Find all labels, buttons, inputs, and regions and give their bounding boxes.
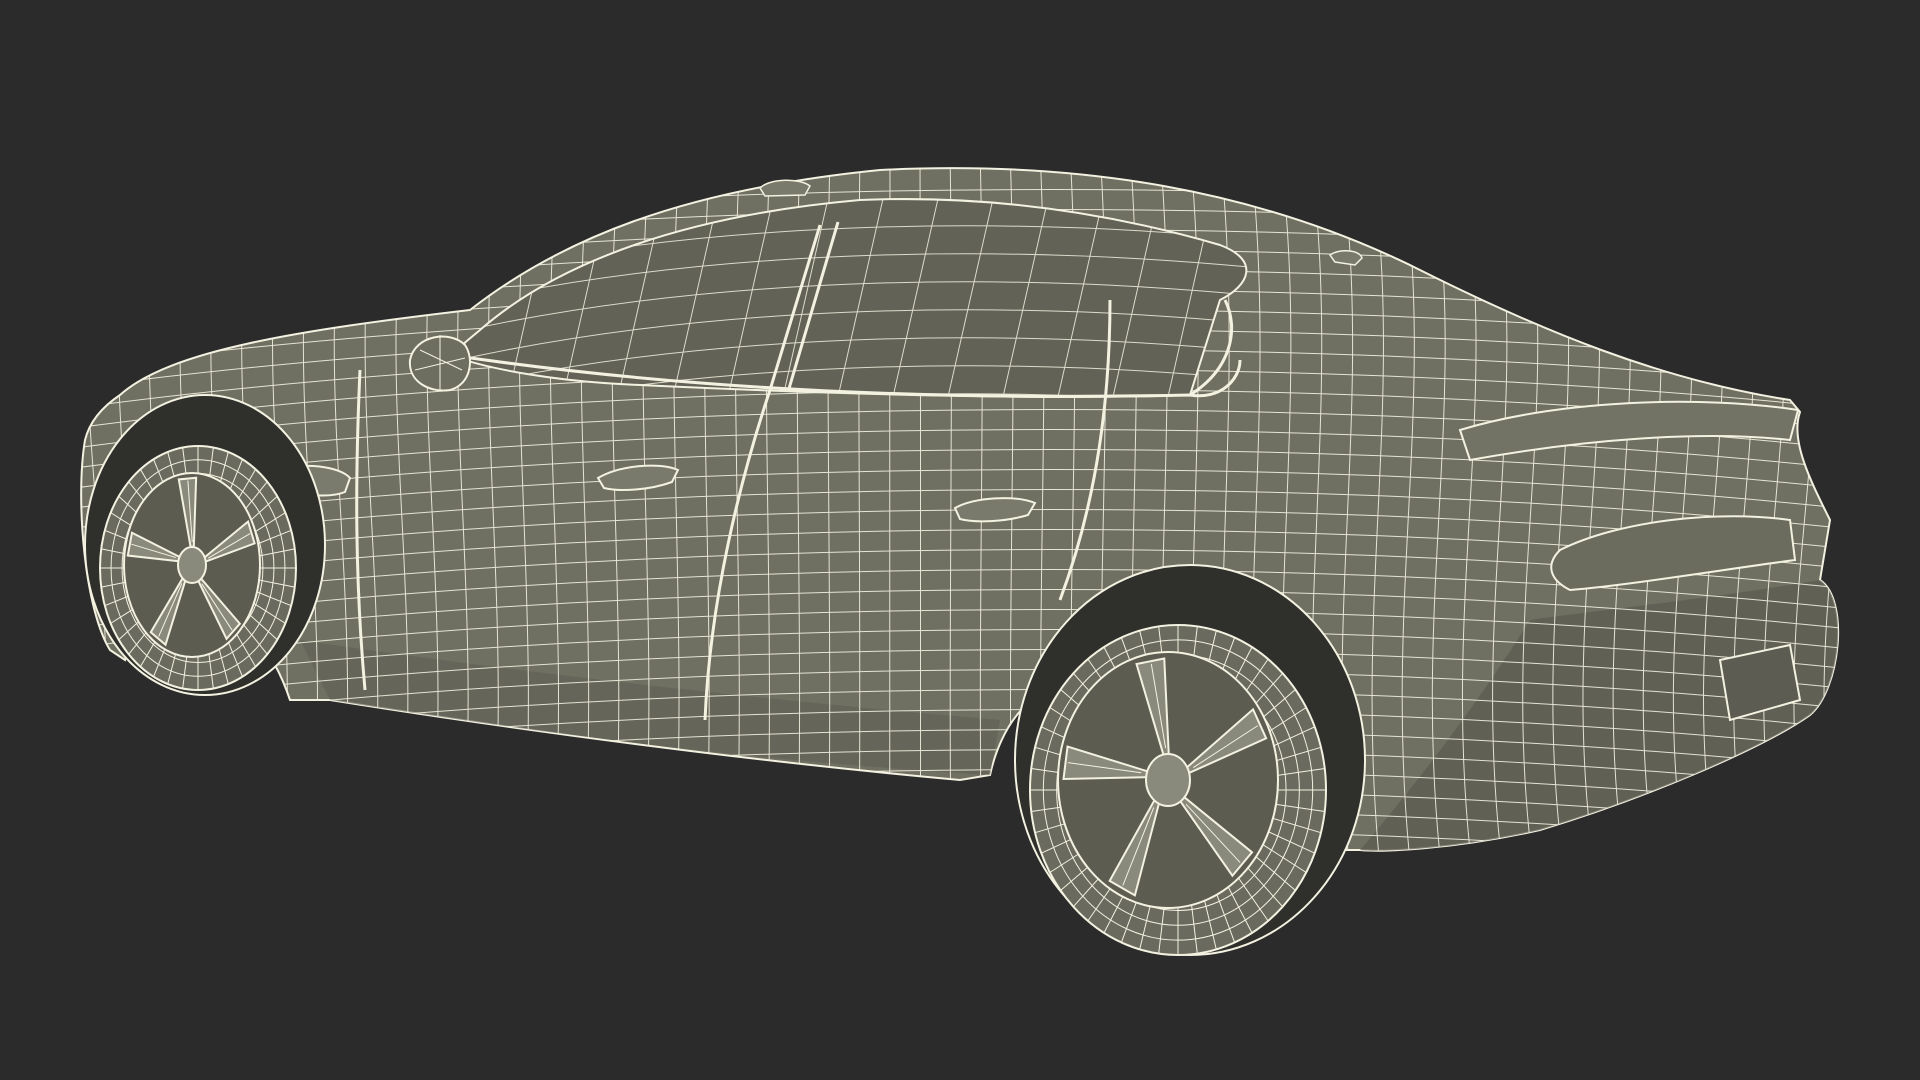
- roof-camera-bump: [759, 179, 811, 197]
- mesh-line-horizontal: [81, 809, 1839, 851]
- rear-hub: [1145, 753, 1191, 807]
- front-wheel: [84, 394, 326, 696]
- mesh-line-vertical: [1850, 150, 1877, 880]
- car-wireframe-render: [57, 150, 1877, 956]
- rear-wheel: [1014, 564, 1366, 956]
- car-body: [57, 150, 1877, 880]
- mesh-line-horizontal: [81, 829, 1839, 851]
- render-viewport: [0, 0, 1920, 1080]
- front-hub: [177, 546, 207, 584]
- mesh-line-horizontal: [81, 849, 1839, 851]
- mesh-line-vertical: [57, 150, 80, 880]
